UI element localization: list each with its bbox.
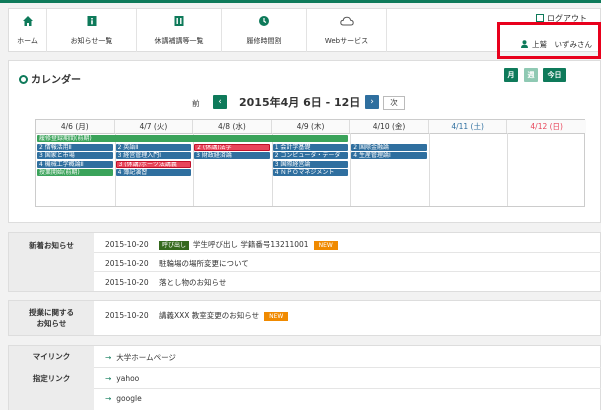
class-news-label: 授業に関する お知らせ [9, 301, 94, 335]
mylink-label: 大学ホームページ [116, 353, 176, 362]
class-news-item[interactable]: 2015-10-20 講義XXX 教室変更のお知らせ NEW [105, 310, 289, 321]
day-column-line [507, 133, 509, 206]
day-header[interactable]: 4/12 (日) [507, 120, 586, 133]
nav-notices[interactable]: お知らせ一覧 [47, 9, 137, 52]
news-item-2[interactable]: 2015-10-20 駐輪場の場所変更について [105, 258, 249, 269]
clock-icon [259, 16, 269, 26]
prev-week-label[interactable]: 前 [192, 98, 200, 109]
new-badge: NEW [313, 241, 338, 250]
arrow-right-icon: → [105, 374, 112, 383]
speclink-yahoo[interactable]: → yahoo [105, 374, 139, 383]
news-date: 2015-10-20 [105, 240, 149, 249]
calendar-title-label: カレンダー [31, 75, 81, 86]
calendar-event[interactable]: 2 コンピュータ・データ [272, 152, 349, 159]
news-date: 2015-10-20 [105, 278, 149, 287]
highlight-box [497, 22, 601, 59]
calendar-event[interactable]: 3 財政経済論 [194, 152, 270, 159]
day-header[interactable]: 4/9 (木) [271, 120, 351, 133]
view-month-button[interactable]: 月 [504, 68, 518, 82]
day-header[interactable]: 4/11 (土) [428, 120, 508, 133]
prev-week-button[interactable]: ‹ [213, 95, 227, 109]
nav-notices-label: お知らせ一覧 [70, 37, 113, 45]
class-news-label-line-1: 授業に関する [29, 308, 74, 317]
week-grid: 4/6 (月) 4/7 (火) 4/8 (水) 4/9 (木) 4/10 (金) 4/11… [35, 119, 586, 207]
class-news-section: 授業に関する お知らせ 2015-10-20 講義XXX 教室変更のお知らせ NEW [8, 300, 601, 336]
date-range: 2015年4月 6日 - 12日 [239, 96, 361, 109]
new-badge: NEW [264, 312, 289, 321]
calendar-event[interactable]: 2 英語Ⅱ [115, 143, 192, 151]
links-section: マイリンク 指定リンク → 大学ホームページ → yahoo → google [8, 345, 601, 410]
news-item-1[interactable]: 2015-10-20 呼び出し 学生呼び出し 学籍番号13211001 NEW [105, 239, 338, 250]
calendar-event[interactable]: 3 国際経営論 [272, 160, 349, 168]
mylink-university[interactable]: → 大学ホームページ [105, 352, 176, 363]
nav-webservice-label: Webサービス [324, 37, 369, 45]
calendar-event[interactable]: 2 情報活用Ⅱ [37, 143, 113, 151]
speclink-label: google [116, 394, 142, 403]
circle-icon [19, 75, 28, 84]
divider [94, 252, 601, 253]
speclink-google[interactable]: → google [105, 394, 142, 403]
news-text: 学生呼び出し 学籍番号13211001 [193, 240, 309, 249]
cloud-icon [339, 16, 354, 26]
calendar-event[interactable]: 4 簿記演習 [115, 169, 192, 176]
nav-home-label: ホーム [17, 37, 38, 45]
nav-timetable-label: 履修時間割 [246, 37, 282, 45]
day-header[interactable]: 4/6 (月) [36, 120, 115, 133]
divider [94, 271, 601, 272]
news-text: 落とし物のお知らせ [159, 278, 227, 287]
calendar-event[interactable]: 履修登録期間(前期) [37, 135, 349, 142]
class-news-date: 2015-10-20 [105, 311, 149, 320]
chevron-left-icon: ‹ [218, 97, 222, 107]
next-week-button[interactable]: › [365, 95, 379, 109]
top-accent-bar [0, 0, 601, 3]
view-today-button[interactable]: 今日 [543, 68, 566, 82]
home-icon [22, 16, 33, 26]
news-section: 新着お知らせ 2015-10-20 呼び出し 学生呼び出し 学籍番号13211001… [8, 232, 601, 292]
view-week-button[interactable]: 週 [524, 68, 538, 82]
calendar-event[interactable]: 2 (休講)法学 [194, 143, 270, 151]
call-badge: 呼び出し [159, 241, 190, 250]
info-icon [87, 16, 96, 26]
chevron-right-icon: › [370, 97, 374, 107]
class-news-label-line-2: お知らせ [36, 319, 67, 328]
day-header[interactable]: 4/7 (火) [114, 120, 194, 133]
grid-header-line [36, 133, 584, 134]
calendar-event[interactable]: 4 生産管理論Ⅰ [351, 152, 427, 159]
nav-webservice[interactable]: Webサービス [307, 9, 387, 52]
calendar-event[interactable]: 授業開始(前期) [37, 169, 113, 176]
class-news-text: 講義XXX 教室変更のお知らせ [159, 311, 260, 320]
calendar-panel: カレンダー 月 週 今日 前 ‹ 2015年4月 6日 - 12日 › 次 4/… [8, 60, 601, 223]
speclinks-label: 指定リンク [9, 367, 94, 410]
speclink-label: yahoo [116, 374, 140, 383]
news-date: 2015-10-20 [105, 259, 149, 268]
calendar-event[interactable]: 3 (休講)ポーツ法講義 [115, 160, 192, 168]
calendar-event[interactable]: 4 機械工学概論Ⅱ [37, 160, 113, 168]
nav-home[interactable]: ホーム [9, 9, 47, 52]
day-header[interactable]: 4/10 (金) [350, 120, 429, 133]
calendar-event[interactable]: 4 ＮＰＯマネジメント [272, 169, 349, 176]
next-week-label[interactable]: 次 [383, 96, 405, 110]
day-header[interactable]: 4/8 (水) [193, 120, 272, 133]
grid-icon [174, 16, 184, 26]
calendar-event[interactable]: 3 経営管理入門Ⅰ [115, 152, 192, 159]
calendar-title: カレンダー [19, 71, 81, 86]
nav-timetable[interactable]: 履修時間割 [222, 9, 307, 52]
news-item-3[interactable]: 2015-10-20 落とし物のお知らせ [105, 277, 226, 288]
day-column-line [428, 133, 430, 206]
news-label: 新着お知らせ [9, 233, 94, 291]
divider [94, 388, 601, 389]
news-text: 駐輪場の場所変更について [159, 259, 249, 268]
arrow-right-icon: → [105, 353, 112, 362]
mylinks-label: マイリンク [9, 346, 94, 367]
logout-icon [536, 14, 544, 22]
divider [94, 367, 601, 368]
arrow-right-icon: → [105, 394, 112, 403]
nav-cancellations[interactable]: 休講補講等一覧 [137, 9, 222, 52]
calendar-event[interactable]: 1 会計学基礎 [272, 143, 349, 151]
calendar-event[interactable]: 3 国家と市場 [37, 152, 113, 159]
calendar-event[interactable]: 2 国際金融論 [351, 143, 427, 151]
nav-cancellations-label: 休講補講等一覧 [154, 37, 204, 45]
